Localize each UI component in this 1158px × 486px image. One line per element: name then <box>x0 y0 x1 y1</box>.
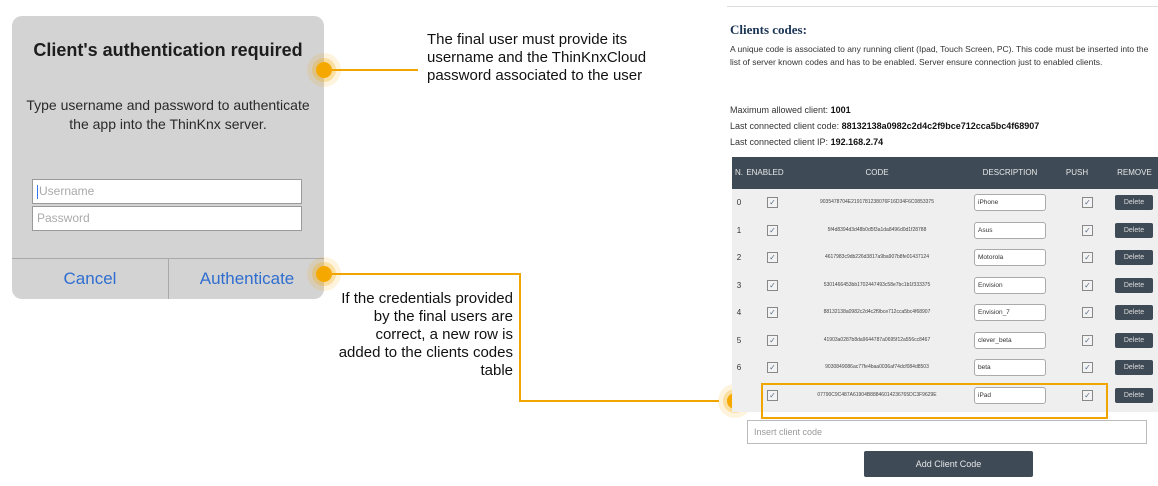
callout-text-bottom: If the credentials provided by the final… <box>338 290 513 379</box>
description-field[interactable]: Envision_7 <box>974 304 1046 321</box>
callout-marker <box>316 62 332 78</box>
delete-button[interactable]: Delete <box>1115 387 1153 403</box>
divider <box>727 6 1158 7</box>
table-row: 4 ✓ 88132138a0982c2d4c2f9bce712cca5bc4f689… <box>732 299 1158 326</box>
table-row: 5 ✓ 41903a0287b8da9644787a0695f12a556cc846… <box>732 327 1158 354</box>
push-checkbox[interactable]: ✓ <box>1082 252 1093 263</box>
table-row: 0 ✓ 9035478704E2191781238076F16D34F6C08533… <box>732 189 1158 216</box>
delete-button[interactable]: Delete <box>1115 305 1153 320</box>
column-header-n: N. <box>735 168 743 177</box>
authenticate-button[interactable]: Authenticate <box>169 259 324 299</box>
new-row-highlight <box>761 383 1108 419</box>
table-row: 3 ✓ 5301466453bb1702447493c58e7bc1b1f33337… <box>732 272 1158 299</box>
max-clients-info: Maximum allowed client: 1001 <box>730 105 851 115</box>
client-code: 41903a0287b8da9644787a0695f12a556cc8467 <box>823 336 931 343</box>
description-field[interactable]: clever_beta <box>974 331 1046 349</box>
enabled-checkbox[interactable]: ✓ <box>767 279 778 291</box>
enabled-checkbox[interactable]: ✓ <box>767 252 778 263</box>
callout-line <box>332 273 520 275</box>
clients-codes-title: Clients codes: <box>730 22 807 37</box>
clients-codes-description: A unique code is associated to any runni… <box>730 44 1149 67</box>
delete-button[interactable]: Delete <box>1115 222 1153 238</box>
username-field[interactable]: Username <box>32 179 302 204</box>
client-code: 5f4d8394d3d48b0d5f3a1da8496d0d1f28788 <box>827 226 927 233</box>
dialog-message: Type username and password to authentica… <box>26 97 310 132</box>
client-code: 5301466453bb1702447493c58e7bc1b1f333375 <box>823 281 931 288</box>
last-code-info: Last connected client code: 88132138a098… <box>730 121 1040 131</box>
table-header: N. ENABLED CODE DESCRIPTION PUSH REMOVE <box>732 157 1158 189</box>
push-checkbox[interactable]: ✓ <box>1082 362 1093 373</box>
callout-text-top: The final user must provide its username… <box>427 31 647 84</box>
row-number: 0 <box>736 198 742 207</box>
table-row: 1 ✓ 5f4d8394d3d48b0d5f3a1da8496d0d1f28788 A… <box>732 217 1158 244</box>
row-number: 6 <box>736 363 742 372</box>
push-checkbox[interactable]: ✓ <box>1082 307 1093 318</box>
column-header-push: PUSH <box>1065 168 1089 177</box>
table-row: 2 ✓ 4617983c9db226d3817a9ba907b8fe01437124… <box>732 244 1158 271</box>
enabled-checkbox[interactable]: ✓ <box>767 307 778 318</box>
delete-button[interactable]: Delete <box>1115 360 1153 375</box>
callout-line <box>332 69 418 71</box>
enabled-checkbox[interactable]: ✓ <box>767 197 778 208</box>
description-field[interactable]: iPhone <box>974 194 1046 211</box>
row-number: 4 <box>736 308 742 317</box>
row-number: 1 <box>736 225 742 235</box>
client-code: 88132138a0982c2d4c2f9bce712cca5bc4f68907 <box>823 309 931 315</box>
column-header-description: DESCRIPTION <box>982 168 1038 177</box>
last-ip-info: Last connected client IP: 192.168.2.74 <box>730 137 884 147</box>
row-number: 3 <box>736 280 742 290</box>
push-checkbox[interactable]: ✓ <box>1082 197 1093 208</box>
column-header-code: CODE <box>865 168 889 177</box>
description-field[interactable]: Envision <box>974 276 1046 294</box>
password-field[interactable]: Password <box>32 206 302 231</box>
row-number: 2 <box>736 253 742 262</box>
row-number: 5 <box>736 335 742 345</box>
column-header-enabled: ENABLED <box>746 168 784 177</box>
table-row: 6 ✓ 9030849086ac77fe4baa0036af74dcf084d850… <box>732 354 1158 381</box>
client-code: 9035478704E2191781238076F16D34F6C0853375 <box>820 199 934 205</box>
description-field[interactable]: Asus <box>974 221 1046 239</box>
column-header-remove: REMOVE <box>1117 168 1152 177</box>
callout-line <box>519 273 521 401</box>
dialog-title: Client's authentication required <box>33 40 303 60</box>
delete-button[interactable]: Delete <box>1115 195 1153 210</box>
auth-dialog: Client's authentication required Type us… <box>12 16 324 299</box>
enabled-checkbox[interactable]: ✓ <box>767 362 778 373</box>
callout-line <box>519 400 719 402</box>
push-checkbox[interactable]: ✓ <box>1082 334 1093 346</box>
add-client-code-button[interactable]: Add Client Code <box>864 451 1033 477</box>
description-field[interactable]: beta <box>974 359 1046 376</box>
push-checkbox[interactable]: ✓ <box>1082 279 1093 291</box>
delete-button[interactable]: Delete <box>1115 250 1153 265</box>
delete-button[interactable]: Delete <box>1115 332 1153 348</box>
text-caret <box>37 184 38 199</box>
client-code: 4617983c9db226d3817a9ba907b8fe01437124 <box>825 254 929 260</box>
description-field[interactable]: Motorola <box>974 249 1046 266</box>
username-placeholder: Username <box>39 184 95 198</box>
enabled-checkbox[interactable]: ✓ <box>767 224 778 236</box>
insert-client-code-input[interactable]: Insert client code <box>747 420 1147 444</box>
delete-button[interactable]: Delete <box>1115 277 1153 293</box>
password-placeholder: Password <box>37 211 90 225</box>
enabled-checkbox[interactable]: ✓ <box>767 334 778 346</box>
clients-table: N. ENABLED CODE DESCRIPTION PUSH REMOVE … <box>732 157 1158 412</box>
callout-marker <box>316 266 332 282</box>
cancel-button[interactable]: Cancel <box>12 259 168 299</box>
push-checkbox[interactable]: ✓ <box>1082 224 1093 236</box>
client-code: 9030849086ac77fe4baa0036af74dcf084d8503 <box>825 364 929 370</box>
